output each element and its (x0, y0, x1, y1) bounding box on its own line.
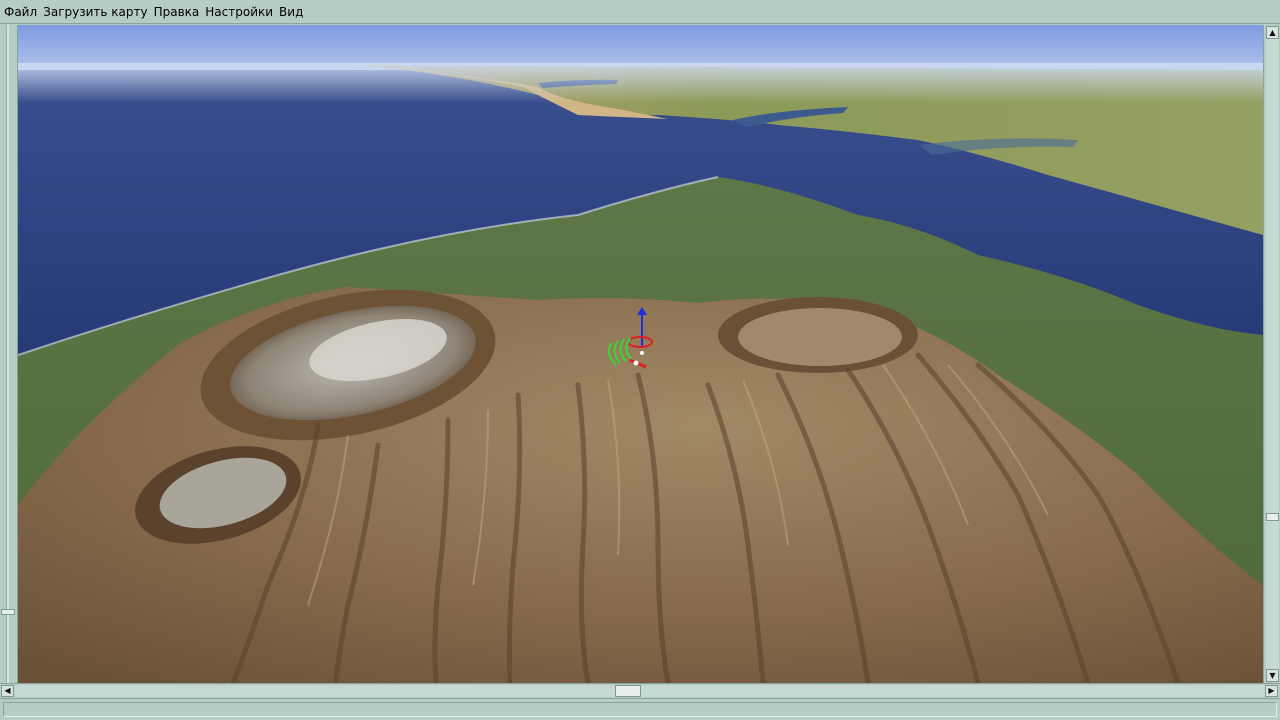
scroll-right-arrow-icon[interactable]: ▶ (1265, 685, 1278, 697)
menu-settings[interactable]: Настройки (205, 0, 273, 24)
vertical-scroll-thumb[interactable] (1266, 513, 1279, 521)
horizontal-scroll-thumb[interactable] (615, 685, 641, 697)
menu-load-map[interactable]: Загрузить карту (43, 0, 147, 24)
scroll-left-arrow-icon[interactable]: ◀ (1, 685, 14, 697)
menu-file[interactable]: Файл (4, 0, 37, 24)
menu-edit[interactable]: Правка (154, 0, 200, 24)
splitter-groove (6, 25, 9, 683)
status-text (3, 702, 1277, 717)
terrain-render (18, 25, 1263, 683)
splitter-handle[interactable] (1, 609, 15, 615)
vertical-scrollbar[interactable]: ▲ ▼ (1263, 25, 1280, 683)
status-bar (0, 698, 1280, 720)
menu-view[interactable]: Вид (279, 0, 303, 24)
scroll-down-arrow-icon[interactable]: ▼ (1266, 669, 1279, 682)
scroll-up-arrow-icon[interactable]: ▲ (1266, 26, 1279, 39)
horizontal-scrollbar[interactable]: ◀ ▶ (0, 683, 1280, 698)
terrain-3d-viewport[interactable] (18, 25, 1263, 683)
left-dock-splitter[interactable] (0, 25, 18, 683)
vertical-scroll-track[interactable] (1266, 39, 1279, 669)
menu-bar: Файл Загрузить карту Правка Настройки Ви… (0, 0, 1280, 24)
